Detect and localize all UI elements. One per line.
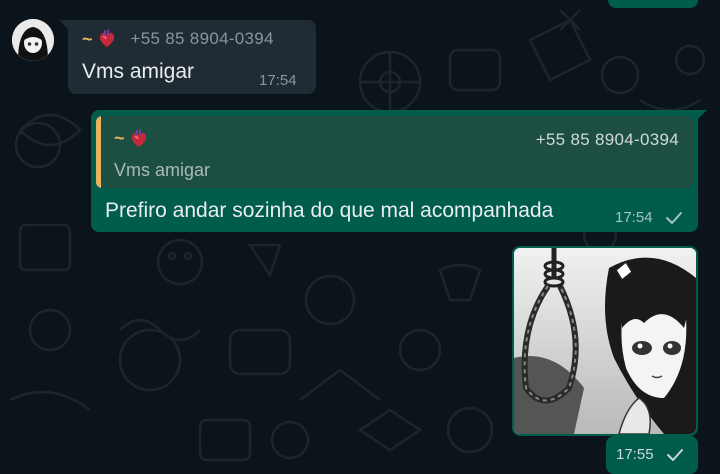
quote-accent-bar bbox=[96, 116, 101, 188]
incoming-message-bubble[interactable]: ~ +55 85 8904-0394 Vms amigar 17:54 bbox=[59, 20, 316, 94]
outgoing-image-bubble[interactable] bbox=[512, 246, 698, 436]
sender-phone: +55 85 8904-0394 bbox=[130, 29, 274, 48]
sender-avatar[interactable] bbox=[12, 19, 54, 61]
check-icon bbox=[666, 212, 682, 224]
message-time: 17:54 bbox=[615, 209, 653, 226]
avatar-drawing bbox=[12, 19, 54, 61]
anatomical-heart-icon bbox=[131, 129, 146, 147]
quote-author-phone: +55 85 8904-0394 bbox=[535, 130, 679, 149]
check-icon bbox=[667, 449, 683, 461]
quote-text: Vms amigar bbox=[114, 160, 211, 180]
message-time: 17:55 bbox=[616, 446, 654, 463]
manga-noose-image bbox=[514, 248, 696, 434]
sticker-image[interactable] bbox=[514, 248, 696, 434]
bubble-tail bbox=[697, 110, 707, 120]
quoted-message[interactable]: ~ +55 85 8904-0394 Vms amigar bbox=[96, 116, 693, 188]
message-text: Prefiro andar sozinha do que mal acompan… bbox=[105, 199, 554, 222]
message-text: Vms amigar bbox=[82, 60, 195, 83]
sender-prefix: ~ bbox=[82, 28, 93, 49]
quote-author: ~ bbox=[114, 128, 149, 149]
sender-name[interactable]: ~ +55 85 8904-0394 bbox=[82, 28, 274, 50]
quote-author-prefix: ~ bbox=[114, 128, 125, 148]
previous-outgoing-bubble bbox=[608, 0, 698, 8]
message-time: 17:54 bbox=[259, 72, 297, 89]
bubble-tail bbox=[59, 20, 69, 30]
anatomical-heart-icon bbox=[99, 29, 114, 47]
outgoing-reply-bubble[interactable]: ~ +55 85 8904-0394 Vms amigar Prefiro an… bbox=[91, 110, 707, 232]
image-time-pill: 17:55 bbox=[606, 436, 698, 474]
